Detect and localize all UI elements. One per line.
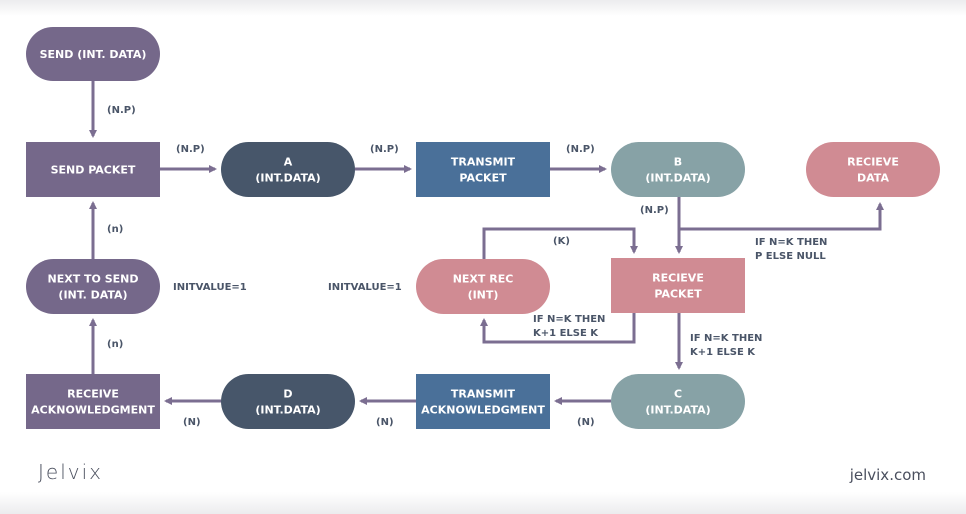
edge-label-nextsend-up: (n) (107, 224, 123, 235)
node-send-packet: SEND PACKET (26, 142, 160, 197)
node-label: B (674, 156, 682, 169)
node-label: DATA (857, 172, 889, 185)
edge-label-packet-to-c: K+1 ELSE K (690, 347, 756, 358)
diagram-canvas: SEND (INT. DATA) SEND PACKET A (INT.DATA) TR… (0, 0, 966, 514)
node-label: ACKNOWLEDGMENT (421, 404, 545, 417)
rounded-node-shape (26, 259, 160, 314)
rect-node-shape (26, 374, 160, 429)
node-b-int-data: B (INT.DATA) (611, 142, 745, 197)
node-label: RECIEVE (652, 272, 704, 285)
node-send-int-data: SEND (INT. DATA) (26, 27, 160, 81)
edge-label-to-recieve-data: IF N=K THEN (755, 237, 827, 248)
node-label: RECIEVE (847, 156, 899, 169)
node-d-int-data: D (INT.DATA) (221, 374, 355, 429)
node-label: NEXT REC (453, 273, 514, 286)
node-recieve-packet: RECIEVE PACKET (611, 258, 745, 313)
node-label: NEXT TO SEND (48, 273, 139, 286)
node-c-int-data: C (INT.DATA) (611, 374, 745, 429)
node-transmit-packet: TRANSMIT PACKET (416, 142, 550, 197)
edge-label-init-send: INITVALUE=1 (173, 282, 247, 293)
rect-node-shape (416, 142, 550, 197)
node-next-to-send: NEXT TO SEND (INT. DATA) (26, 259, 160, 314)
edge-label-to-recieve-data: P ELSE NULL (755, 251, 826, 262)
edge-label-k-loop: (K) (553, 236, 570, 247)
rounded-node-shape (611, 374, 745, 429)
brand-logo: Jelvix (38, 460, 103, 484)
edge-label-init-rec: INITVALUE=1 (328, 282, 402, 293)
node-label: (INT.DATA) (255, 404, 320, 417)
rounded-node-shape (221, 142, 355, 197)
rounded-node-shape (221, 374, 355, 429)
edge-label-packet-to-nextrec: IF N=K THEN (533, 314, 605, 325)
node-label: A (284, 156, 293, 169)
node-label: D (283, 388, 292, 401)
node-label: (INT.DATA) (255, 172, 320, 185)
node-label: (INT) (468, 289, 499, 302)
edge-label-ack-up: (n) (107, 339, 123, 350)
node-label: PACKET (654, 288, 702, 301)
rect-node-shape (611, 258, 745, 313)
edge-label-c-to-tack: (N) (577, 417, 595, 428)
edge-label-d-to-ack: (N) (183, 417, 201, 428)
node-label: (INT.DATA) (645, 404, 710, 417)
rounded-node-shape (611, 142, 745, 197)
node-label: ACKNOWLEDGMENT (31, 404, 155, 417)
edge-label-packet-to-a: (N.P) (176, 144, 205, 155)
node-label: PACKET (459, 172, 507, 185)
node-label: (INT. DATA) (58, 289, 127, 302)
node-receive-ack: RECEIVE ACKNOWLEDGMENT (26, 374, 160, 429)
node-label: (INT.DATA) (645, 172, 710, 185)
edge-to-recieve-data (679, 202, 884, 231)
edge-label-packet-to-c: IF N=K THEN (690, 333, 762, 344)
node-label: C (674, 388, 682, 401)
bottom-shadow (0, 492, 966, 514)
edge-label-b-down: (N.P) (640, 205, 669, 216)
site-url[interactable]: jelvix.com (850, 466, 926, 484)
node-recieve-data: RECIEVE DATA (806, 142, 940, 197)
node-label: SEND PACKET (51, 164, 136, 177)
edge-label-packet-to-nextrec: K+1 ELSE K (533, 328, 599, 339)
node-label: TRANSMIT (451, 156, 516, 169)
node-label: SEND (INT. DATA) (40, 48, 147, 61)
node-next-rec: NEXT REC (INT) (416, 259, 550, 314)
node-label: RECEIVE (67, 388, 119, 401)
rounded-node-shape (806, 142, 940, 197)
rect-node-shape (416, 374, 550, 429)
edge-label-send-to-packet: (N.P) (107, 105, 136, 116)
edge-label-a-to-transmit: (N.P) (370, 144, 399, 155)
edge-label-transmit-to-b: (N.P) (566, 144, 595, 155)
flow-diagram: SEND (INT. DATA) SEND PACKET A (INT.DATA) TR… (26, 27, 940, 429)
node-transmit-ack: TRANSMIT ACKNOWLEDGMENT (416, 374, 550, 429)
node-label: TRANSMIT (451, 388, 516, 401)
node-a-int-data: A (INT.DATA) (221, 142, 355, 197)
rounded-node-shape (416, 259, 550, 314)
edge-label-tack-to-d: (N) (376, 417, 394, 428)
